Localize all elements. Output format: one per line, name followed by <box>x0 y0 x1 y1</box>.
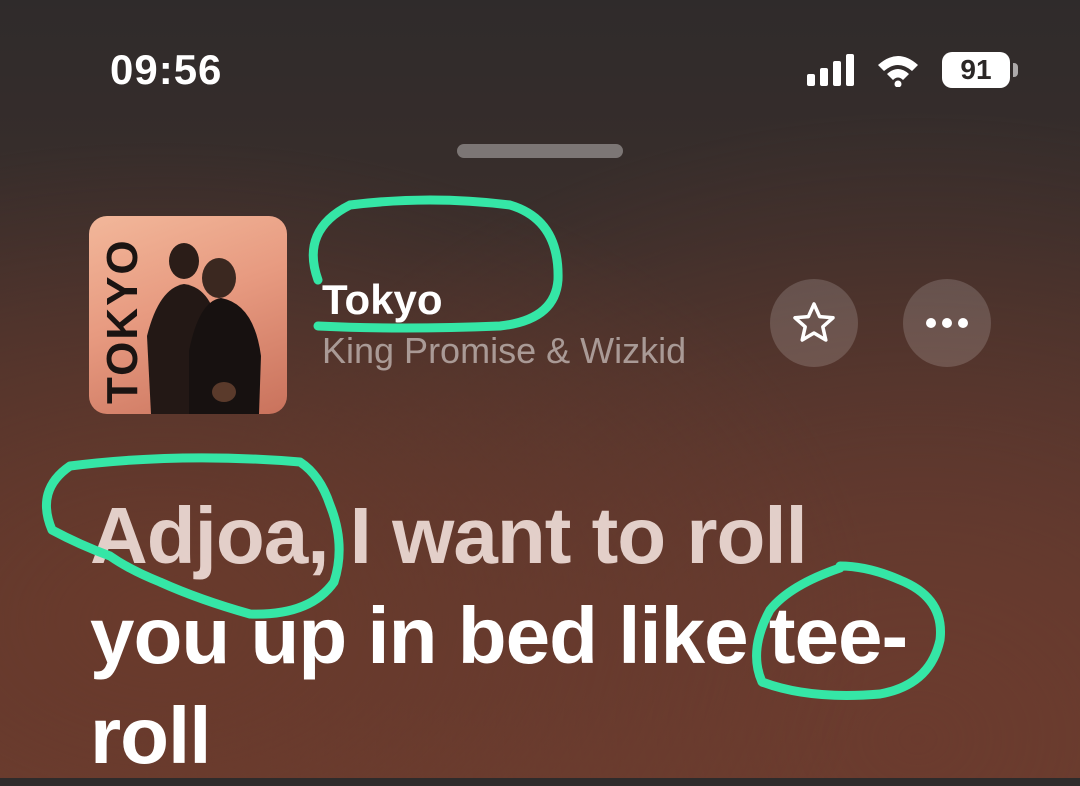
cellular-signal-icon <box>807 54 854 86</box>
more-options-button[interactable] <box>903 279 991 367</box>
status-time: 09:56 <box>110 46 223 93</box>
ellipsis-icon <box>926 318 968 328</box>
sheet-grabber[interactable] <box>457 144 623 158</box>
battery-indicator: 91 <box>942 52 1018 88</box>
wifi-icon <box>878 56 918 87</box>
lyrics-block[interactable]: Adjoa, I want to roll you up in bed like… <box>90 486 1020 786</box>
lyric-line[interactable]: Adjoa, I want to roll <box>90 486 1020 586</box>
song-artist[interactable]: King Promise & Wizkid <box>322 330 686 372</box>
album-artwork[interactable]: TOKYO <box>89 216 287 414</box>
song-title: Tokyo <box>322 276 443 323</box>
lyric-line[interactable]: roll <box>90 686 1020 786</box>
artwork-title: TOKYO <box>98 238 147 404</box>
status-icons: 91 <box>807 50 1018 90</box>
lyric-line[interactable]: you up in bed like tee- <box>90 586 1020 686</box>
favorite-button[interactable] <box>770 279 858 367</box>
star-icon <box>793 302 835 342</box>
